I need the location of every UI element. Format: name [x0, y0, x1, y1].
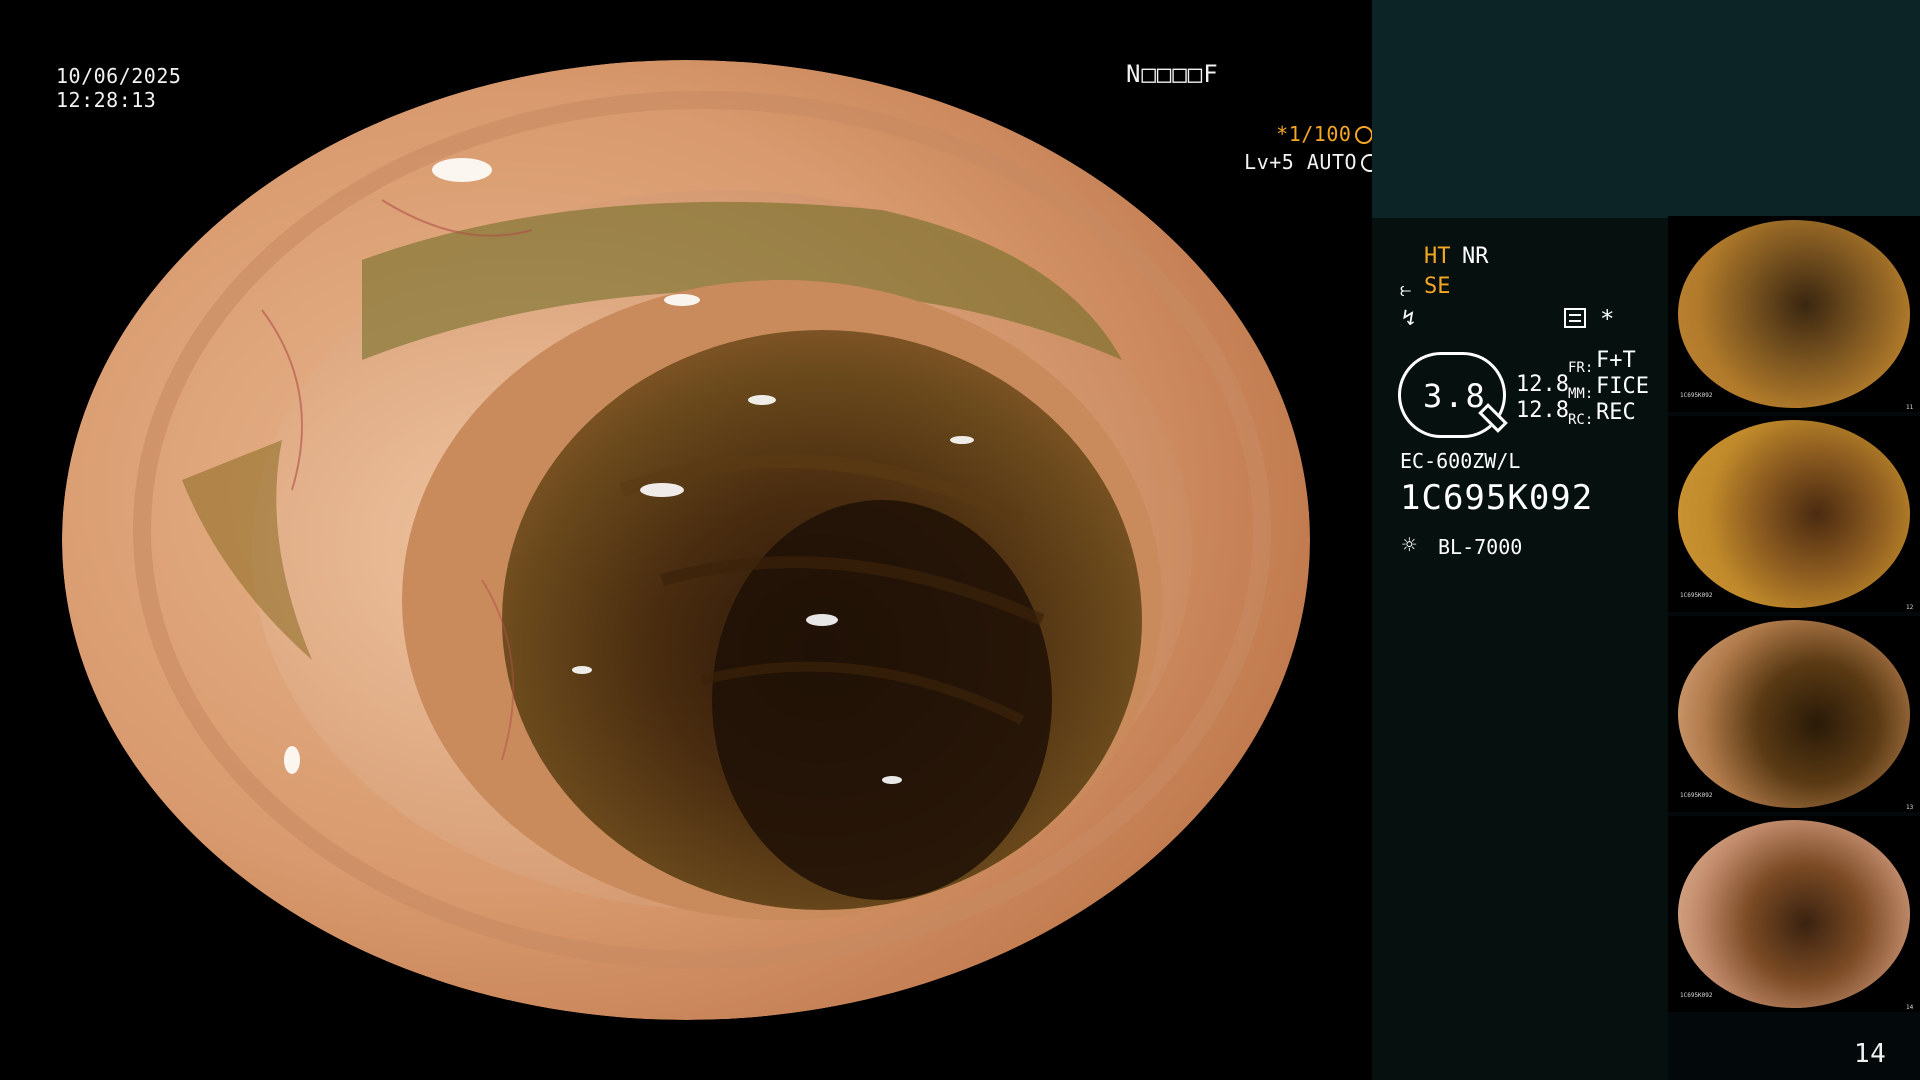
thumbnail-index: 11 [1906, 404, 1914, 411]
rc-value: REC [1596, 400, 1636, 425]
light-source-icon: ☼ [1402, 531, 1417, 559]
flash-icon: ↯ [1402, 306, 1416, 331]
thumbnail-image [1678, 220, 1910, 408]
level-text: Lv+5 AUTO [1244, 150, 1358, 174]
endoscope-main-view: 10/06/2025 12:28:13 N□□□□F *1/100 Lv+5 A… [0, 0, 1380, 1080]
menu-panel-icon [1564, 308, 1586, 328]
thumbnail-serial: 1C695K092 [1680, 592, 1713, 599]
mode-code: N□□□□F [1126, 60, 1219, 88]
page-number: 14 [1854, 1039, 1887, 1069]
ht-indicator: HT [1424, 244, 1451, 269]
fr-value: F+T [1596, 348, 1636, 373]
info-panel-header [1372, 0, 1920, 218]
thumbnail-index: 12 [1906, 604, 1914, 611]
time-readout: 12:28:13 [56, 88, 157, 112]
thumbnail-2[interactable]: 1C695K092 12 [1668, 416, 1920, 612]
thumbnail-index: 13 [1906, 804, 1914, 811]
structure-enhance-icon: ⥼ [1400, 277, 1412, 301]
scope-serial: 1C695K092 [1400, 478, 1594, 518]
mm-value: FICE [1596, 374, 1649, 399]
level-readout: Lv+5 AUTO [1194, 126, 1380, 198]
thumbnail-serial: 1C695K092 [1680, 992, 1713, 999]
scope-model: EC-600ZW/L [1400, 449, 1521, 473]
nr-indicator: NR [1462, 244, 1489, 269]
reading-b: 12.8 [1516, 398, 1569, 423]
se-indicator: SE [1424, 274, 1451, 299]
zoom-value: 3.8 [1423, 377, 1487, 415]
mm-label: MM: [1568, 386, 1594, 402]
thumbnail-image [1678, 820, 1910, 1008]
thumbnail-serial: 1C695K092 [1680, 792, 1713, 799]
thumbnail-3[interactable]: 1C695K092 13 [1668, 616, 1920, 812]
reading-a: 12.8 [1516, 372, 1569, 397]
thumbnail-image [1678, 620, 1910, 808]
fr-label: FR: [1568, 360, 1594, 376]
thumbnail-4[interactable]: 1C695K092 14 [1668, 816, 1920, 1012]
thumbnail-1[interactable]: 1C695K092 11 [1668, 216, 1920, 412]
star-indicator: * [1600, 305, 1615, 333]
thumbnail-image [1678, 420, 1910, 608]
thumbnail-serial: 1C695K092 [1680, 392, 1713, 399]
zoom-badge: 3.8 [1398, 352, 1508, 438]
thumbnail-index: 14 [1906, 1004, 1914, 1011]
rc-label: RC: [1568, 412, 1594, 428]
colon-lumen-image [62, 60, 1310, 1020]
light-source: BL-7000 [1438, 535, 1523, 559]
date-readout: 10/06/2025 [56, 64, 182, 88]
info-panel: HT NR ⥼ SE ↯ * 3.8 12.8 12.8 FR: F+T MM:… [1372, 0, 1920, 1080]
